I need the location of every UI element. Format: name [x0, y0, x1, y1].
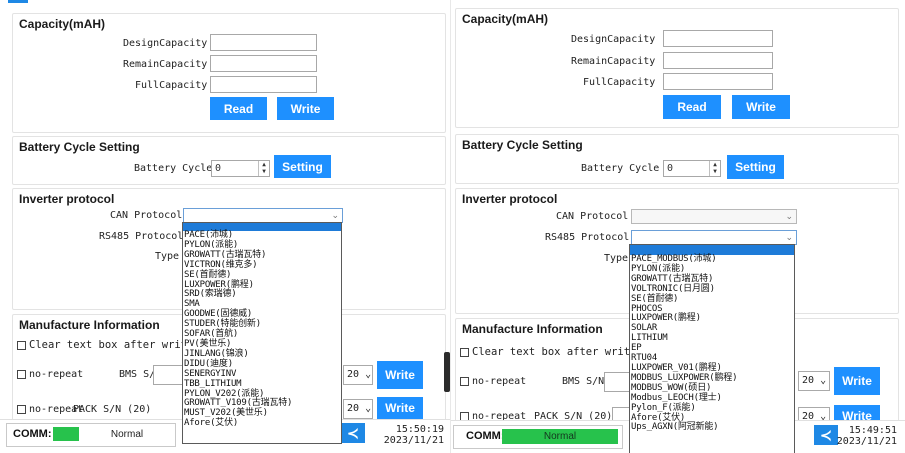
dropdown-option[interactable]: TBB_LITHIUM [183, 379, 341, 390]
manufacture-title: Manufacture Information [462, 322, 603, 336]
spinner-arrows-icon[interactable]: ▲ ▼ [258, 161, 269, 176]
design-capacity-label: DesignCapacity [123, 38, 208, 49]
bms-sn-length-select[interactable]: 20 ⌄ [798, 371, 830, 391]
capacity-title: Capacity(mAH) [19, 17, 106, 31]
manufacture-title: Manufacture Information [19, 318, 160, 332]
can-protocol-select[interactable]: ⌄ [631, 209, 797, 224]
bms-sn-input[interactable] [604, 372, 630, 392]
type-label: Type [604, 253, 629, 264]
capacity-group: Capacity(mAH) DesignCapacity RemainCapac… [12, 13, 446, 133]
chevron-down-icon: ⌄ [785, 211, 793, 221]
bms-sn-input[interactable] [153, 365, 183, 385]
battery-cycle-spinner[interactable]: 0 ▲ ▼ [663, 160, 721, 177]
can-protocol-label: CAN Protocol [110, 210, 183, 221]
comm-indicator [53, 427, 79, 441]
send-icon[interactable]: ≺ [341, 423, 365, 443]
comm-status-box: COMM: Normal [6, 423, 176, 447]
battery-cycle-group: Battery Cycle Setting Battery Cycle 0 ▲ ▼… [455, 134, 899, 184]
full-capacity-label: FullCapacity [135, 80, 208, 91]
can-protocol-select[interactable]: ⌄ [183, 208, 343, 223]
rs485-protocol-select[interactable]: ⌄ [631, 230, 797, 245]
no-repeat-checkbox[interactable] [17, 370, 26, 379]
battery-cycle-spinner[interactable]: 0 ▲ ▼ [211, 160, 270, 177]
dropdown-option[interactable]: SRD(索瑞德) [183, 290, 341, 300]
side-preview-image [444, 352, 450, 392]
remain-capacity-label: RemainCapacity [571, 56, 656, 67]
bms-write-button[interactable]: Write [377, 361, 423, 389]
right-screenshot-panel: Capacity(mAH) DesignCapacity RemainCapac… [451, 0, 905, 453]
full-capacity-input[interactable] [663, 73, 773, 90]
full-capacity-label: FullCapacity [583, 77, 656, 88]
inverter-protocol-title: Inverter protocol [462, 192, 558, 206]
dropdown-option[interactable]: Afore(艾伏) [183, 418, 341, 429]
bms-sn-length-select[interactable]: 20 ⌄ [343, 365, 373, 385]
spinner-arrows-icon[interactable]: ▲ ▼ [709, 161, 720, 176]
clear-text-label: Clear text box after writing [29, 339, 207, 351]
clear-text-checkbox[interactable] [460, 348, 469, 357]
design-capacity-label: DesignCapacity [571, 34, 656, 45]
pack-sn-length-select[interactable]: 20 ⌄ [343, 399, 373, 419]
dropdown-option[interactable]: Ups_AGXN(阿冠新能) [630, 423, 794, 433]
clock-date: 2023/11/21 [383, 435, 444, 446]
rs485-protocol-label: RS485 Protocol [545, 232, 630, 243]
no-repeat-checkbox[interactable] [460, 377, 469, 386]
comm-status-box: COMM: Normal [453, 425, 623, 449]
dropdown-option[interactable]: Pylon_F(派能) [630, 403, 794, 414]
clock: 15:50:19 2023/11/21 [372, 424, 444, 446]
design-capacity-input[interactable] [210, 34, 317, 51]
pack-sn-label: PACK S/N (20) [73, 404, 152, 415]
capacity-title: Capacity(mAH) [462, 12, 549, 26]
design-capacity-input[interactable] [663, 30, 773, 47]
comm-label: COMM: [466, 430, 505, 442]
bms-sn-label: BMS S/N [562, 376, 605, 387]
clock: 15:49:51 2023/11/21 [825, 425, 897, 447]
battery-cycle-group: Battery Cycle Setting Battery Cycle 0 ▲ ▼… [12, 136, 446, 185]
battery-cycle-setting-button[interactable]: Setting [727, 155, 784, 179]
active-tab-indicator [8, 0, 28, 3]
dropdown-option[interactable]: LITHIUM [630, 333, 794, 344]
rs485-protocol-label: RS485 Protocol [99, 231, 184, 242]
chevron-down-icon: ⌄ [785, 232, 793, 242]
read-button[interactable]: Read [663, 95, 721, 119]
comm-label: COMM: [13, 428, 52, 440]
full-capacity-input[interactable] [210, 76, 317, 93]
read-button[interactable]: Read [210, 97, 267, 120]
rs485-protocol-dropdown[interactable]: PACE_MODBUS(沛城) PYLON(派能) GROWATT(古瑞瓦特) VOL… [629, 244, 795, 453]
clock-date: 2023/11/21 [836, 436, 897, 447]
no-repeat-label: no-repeat [472, 376, 527, 387]
battery-cycle-title: Battery Cycle Setting [19, 140, 140, 154]
pack-no-repeat-checkbox[interactable] [17, 405, 26, 414]
inverter-protocol-title: Inverter protocol [19, 192, 115, 206]
remain-capacity-label: RemainCapacity [123, 59, 208, 70]
clear-text-label: Clear text box after writing [472, 346, 650, 358]
write-capacity-button[interactable]: Write [277, 97, 334, 120]
pack-write-button[interactable]: Write [377, 397, 423, 419]
comm-status-text: Normal [543, 431, 577, 442]
clear-text-checkbox[interactable] [17, 341, 26, 350]
can-protocol-label: CAN Protocol [556, 211, 629, 222]
clock-time: 15:50:19 [395, 424, 444, 435]
clock-time: 15:49:51 [848, 425, 897, 436]
battery-cycle-label: Battery Cycle [134, 163, 213, 174]
type-label: Type [155, 251, 180, 262]
battery-cycle-title: Battery Cycle Setting [462, 138, 583, 152]
bms-write-button[interactable]: Write [834, 367, 880, 395]
write-capacity-button[interactable]: Write [732, 95, 790, 119]
left-screenshot-panel: Capacity(mAH) DesignCapacity RemainCapac… [0, 0, 450, 453]
battery-cycle-label: Battery Cycle [581, 163, 660, 174]
no-repeat-label: no-repeat [29, 369, 84, 380]
chevron-down-icon: ⌄ [331, 210, 339, 220]
comm-status-text: Normal [110, 429, 144, 440]
battery-cycle-setting-button[interactable]: Setting [274, 155, 331, 178]
remain-capacity-input[interactable] [210, 55, 317, 72]
capacity-group: Capacity(mAH) DesignCapacity RemainCapac… [455, 8, 899, 128]
can-protocol-dropdown[interactable]: PACE(沛城) PYLON(派能) GROWATT(古瑞瓦特) VICTRON(维克… [182, 222, 342, 444]
remain-capacity-input[interactable] [663, 52, 773, 69]
